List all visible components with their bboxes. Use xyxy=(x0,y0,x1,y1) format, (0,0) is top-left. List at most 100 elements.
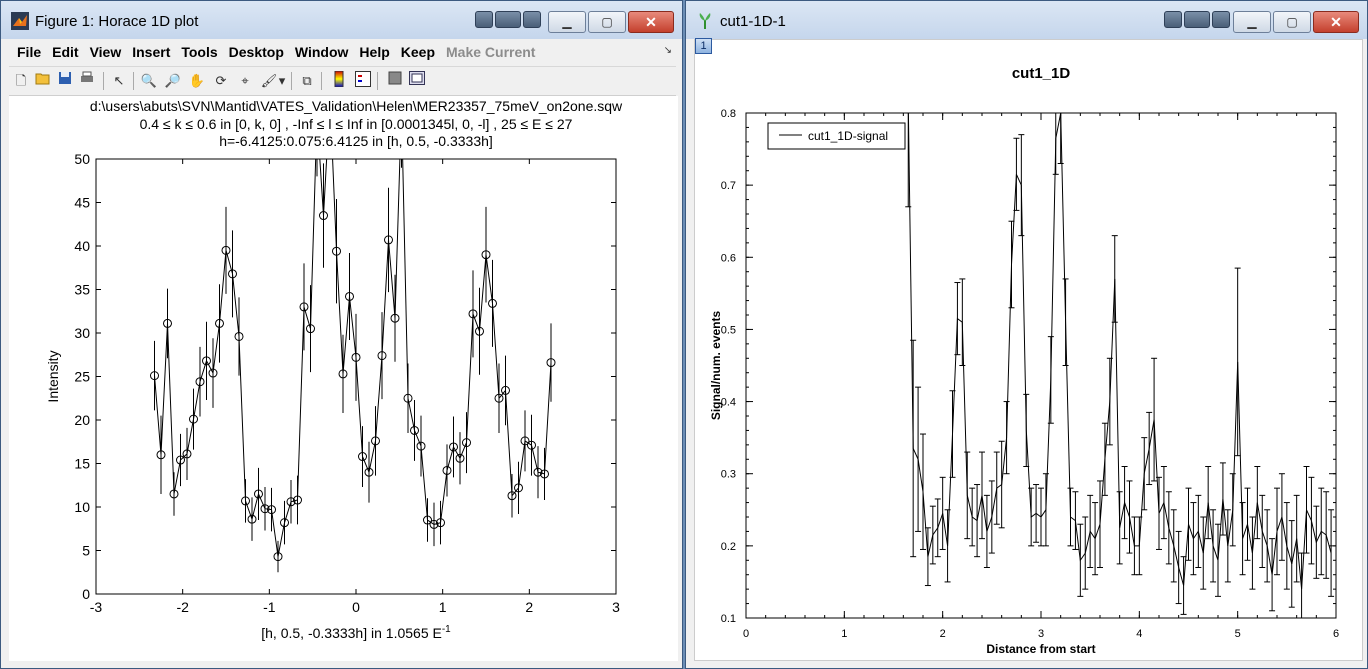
mantid-plot-window: cut1-1D-1 ▁ ▢ ✕ cut1_1D 0 1 2 3 4 5 6 0.1 0.2 0.3 0.4… xyxy=(685,0,1368,669)
series-line xyxy=(154,159,552,557)
hide-plot-tools-icon[interactable] xyxy=(385,71,405,91)
x-axis-label-superscript: -1 xyxy=(442,624,451,635)
y-tick-label: 35 xyxy=(74,282,90,298)
legend-label: cut1_1D-signal xyxy=(808,129,888,143)
chart-title: cut1_1D xyxy=(1012,65,1071,82)
cut-plot[interactable]: cut1_1D0 1 2 3 4 5 60.10.20.30.40.50.60.70.8Di… xyxy=(695,40,1362,660)
window-title: Figure 1: Horace 1D plot xyxy=(35,13,199,30)
print-icon[interactable] xyxy=(77,71,97,91)
legend-icon[interactable] xyxy=(353,71,373,91)
menu-tools[interactable]: Tools xyxy=(173,40,217,60)
menu-make-current: Make Current xyxy=(446,44,536,60)
y-tick-label: 15 xyxy=(74,456,90,472)
mantid-logo-icon xyxy=(699,13,711,29)
menu-window[interactable]: Window xyxy=(287,40,349,60)
link-plot-icon[interactable]: ⧉ xyxy=(297,71,317,91)
x-axis-label: [h, 0.5, -0.3333h] in 1.0565 E-1 xyxy=(261,624,451,641)
x-tick-label: -3 xyxy=(90,599,103,615)
zoom-in-icon[interactable]: 🔍 xyxy=(139,71,159,91)
chart-title: d:\users\abuts\SVN\Mantid\VATES_Validati… xyxy=(90,98,623,114)
matlab-logo-icon xyxy=(11,12,29,30)
toolbar-separator xyxy=(321,72,322,90)
toolbar-toggle-icon[interactable] xyxy=(495,11,521,28)
menu-desktop[interactable]: Desktop xyxy=(221,40,284,60)
title-bar[interactable]: Figure 1: Horace 1D plot ▁ ▢ ✕ xyxy=(1,1,682,39)
chart-subtitle: h=-6.4125:0.075:6.4125 in [h, 0.5, -0.33… xyxy=(219,133,493,149)
toolbar-separator xyxy=(291,72,292,90)
maximize-button[interactable]: ▢ xyxy=(1273,11,1311,33)
window-buttons: ▁ ▢ ✕ xyxy=(546,11,674,33)
layer-badge[interactable]: 1 xyxy=(695,38,712,54)
pin-icon[interactable] xyxy=(1212,11,1230,28)
plot-area: cut1_1D 0 1 2 3 4 5 6 0.1 0.2 0.3 0.4 0.5 0.6 0.7 0.8 Di… xyxy=(694,39,1363,661)
minimize-button[interactable]: ▁ xyxy=(548,11,586,33)
brush-icon[interactable]: 🖌 xyxy=(259,71,279,91)
y-tick-label: 0.3 xyxy=(721,469,736,481)
rotate-icon[interactable]: ⟳ xyxy=(211,71,231,91)
title-bar[interactable]: cut1-1D-1 ▁ ▢ ✕ xyxy=(686,1,1367,39)
show-plot-tools-icon[interactable] xyxy=(407,71,427,91)
x-axis-label: Distance from start xyxy=(986,642,1095,656)
toolbar-separator xyxy=(377,72,378,90)
y-tick-label: 0.1 xyxy=(721,613,736,625)
menu-overflow-icon[interactable]: ↘ xyxy=(664,45,672,56)
x-tick-label: 0 xyxy=(743,628,749,640)
menu-edit[interactable]: Edit xyxy=(44,40,78,60)
data-cursor-icon[interactable]: ⌖ xyxy=(235,71,255,91)
pointer-icon[interactable]: ↖ xyxy=(109,71,129,91)
dock-icon[interactable] xyxy=(475,11,493,28)
colorbar-icon[interactable] xyxy=(329,70,349,91)
title-tools xyxy=(475,11,543,31)
y-tick-label: 0 xyxy=(82,586,90,602)
plot-area: d:\users\abuts\SVN\Mantid\VATES_Validati… xyxy=(9,96,678,661)
x-tick-label: 2 xyxy=(940,628,946,640)
y-tick-label: 20 xyxy=(74,412,90,428)
close-button[interactable]: ✕ xyxy=(628,11,674,33)
x-tick-label: -2 xyxy=(176,599,189,615)
x-tick-label: 1 xyxy=(439,599,447,615)
pin-icon[interactable] xyxy=(523,11,541,28)
menu-help[interactable]: Help xyxy=(351,40,389,60)
y-tick-label: 0.7 xyxy=(721,180,736,192)
title-tools xyxy=(1164,11,1232,31)
menu-insert[interactable]: Insert xyxy=(124,40,170,60)
y-tick-label: 50 xyxy=(74,151,90,167)
pan-icon[interactable]: ✋ xyxy=(187,71,207,91)
save-icon[interactable] xyxy=(55,71,75,91)
x-tick-label: 2 xyxy=(525,599,533,615)
window-buttons: ▁ ▢ ✕ xyxy=(1231,11,1359,33)
horace-plot[interactable]: d:\users\abuts\SVN\Mantid\VATES_Validati… xyxy=(9,96,678,661)
brush-dropdown-icon[interactable]: ▾ xyxy=(277,71,287,91)
new-icon[interactable]: 🗋 xyxy=(11,71,31,91)
close-button[interactable]: ✕ xyxy=(1313,11,1359,33)
plot-content xyxy=(150,159,556,573)
x-tick-label: 6 xyxy=(1333,628,1339,640)
open-icon[interactable] xyxy=(33,71,53,91)
figure-window: Figure 1: Horace 1D plot ▁ ▢ ✕ File Edit Vie… xyxy=(0,0,683,669)
x-tick-label: 3 xyxy=(1038,628,1044,640)
maximize-button[interactable]: ▢ xyxy=(588,11,626,33)
y-tick-label: 30 xyxy=(74,325,90,341)
figure-toolbar: 🗋 ↖ 🔍 🔎 ✋ ⟳ ⌖ 🖌 ▾ ⧉ xyxy=(9,67,676,96)
x-tick-label: 0 xyxy=(352,599,360,615)
zoom-out-icon[interactable]: 🔎 xyxy=(163,71,183,91)
x-tick-label: 1 xyxy=(841,628,847,640)
y-axis-label: Intensity xyxy=(45,350,61,402)
chart-subtitle: 0.4 ≤ k ≤ 0.6 in [0, k, 0] , -Inf ≤ l ≤ … xyxy=(140,116,573,132)
y-tick-label: 0.6 xyxy=(721,252,736,264)
legend: cut1_1D-signal xyxy=(767,122,906,150)
minimize-button[interactable]: ▁ xyxy=(1233,11,1271,33)
dock-icon[interactable] xyxy=(1164,11,1182,28)
y-tick-label: 45 xyxy=(74,195,90,211)
menu-view[interactable]: View xyxy=(82,40,122,60)
menu-keep[interactable]: Keep xyxy=(393,40,435,60)
y-tick-label: 10 xyxy=(74,499,90,515)
y-tick-label: 25 xyxy=(74,369,90,385)
y-tick-label: 0.2 xyxy=(721,541,736,553)
x-tick-label: 5 xyxy=(1235,628,1241,640)
x-axis-label-text: [h, 0.5, -0.3333h] in 1.0565 E xyxy=(261,625,442,641)
menu-file[interactable]: File xyxy=(9,40,41,60)
x-tick-label: 3 xyxy=(612,599,620,615)
toolbar-toggle-icon[interactable] xyxy=(1184,11,1210,28)
y-tick-label: 0.8 xyxy=(721,108,736,120)
